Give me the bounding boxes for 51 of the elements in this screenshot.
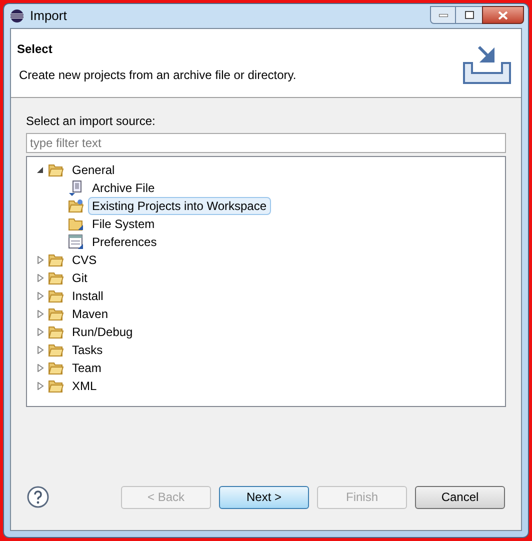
expand-arrow-icon[interactable] (37, 310, 44, 318)
dialog-button[interactable]: Cancel (415, 486, 505, 508)
tree-item[interactable]: Existing Projects into Workspace (88, 197, 271, 215)
window-title: Import (30, 7, 67, 26)
collapse-arrow-icon[interactable] (37, 166, 44, 174)
expand-arrow-icon[interactable] (37, 274, 44, 282)
folder-icon (48, 325, 64, 339)
tree-item[interactable]: Install (68, 287, 108, 305)
app-logo-icon (10, 9, 24, 23)
tree-item[interactable]: Git (68, 269, 92, 287)
expand-arrow-icon[interactable] (37, 346, 44, 354)
folder-icon (48, 379, 64, 393)
dialog-button[interactable]: Next > (219, 486, 309, 508)
tree-item[interactable]: Run/Debug (68, 323, 137, 341)
page-description: Create new projects from an archive file or directory. (19, 67, 296, 84)
tree-item[interactable]: XML (68, 377, 101, 395)
source-label: Select an import source: (26, 113, 156, 130)
list-icon (68, 234, 84, 250)
expand-arrow-icon[interactable] (37, 292, 44, 300)
filter-field[interactable]: type filter text (26, 133, 506, 153)
tree-item[interactable]: Preferences (88, 233, 161, 251)
folder-icon (68, 217, 84, 231)
folder-icon (48, 253, 64, 267)
expand-arrow-icon[interactable] (37, 256, 44, 264)
minimize-button[interactable] (430, 6, 456, 24)
close-icon (498, 10, 508, 20)
folder-icon (48, 307, 64, 321)
close-button[interactable] (482, 6, 524, 24)
tree-item[interactable]: Tasks (68, 341, 107, 359)
import-tray-icon (461, 45, 513, 85)
folder-icon (48, 271, 64, 285)
tree-item[interactable]: Archive File (88, 179, 159, 197)
open-folder-icon (68, 199, 84, 213)
expand-arrow-icon[interactable] (37, 382, 44, 390)
archive-icon (68, 180, 84, 196)
maximize-button[interactable] (456, 6, 482, 24)
tree-item[interactable]: Team (68, 359, 106, 377)
expand-arrow-icon[interactable] (37, 328, 44, 336)
tree-item[interactable]: File System (88, 215, 159, 233)
help-icon[interactable] (27, 486, 49, 508)
folder-icon (48, 361, 64, 375)
tree-item[interactable]: Maven (68, 305, 112, 323)
page-title: Select (17, 41, 54, 58)
folder-icon (48, 289, 64, 303)
minimize-icon (438, 14, 448, 16)
maximize-icon (464, 11, 474, 19)
tree-item[interactable]: CVS (68, 251, 101, 269)
folder-icon (48, 343, 64, 357)
expand-arrow-icon[interactable] (37, 364, 44, 372)
folder-icon (48, 163, 64, 177)
tree-item[interactable]: General (68, 161, 119, 179)
